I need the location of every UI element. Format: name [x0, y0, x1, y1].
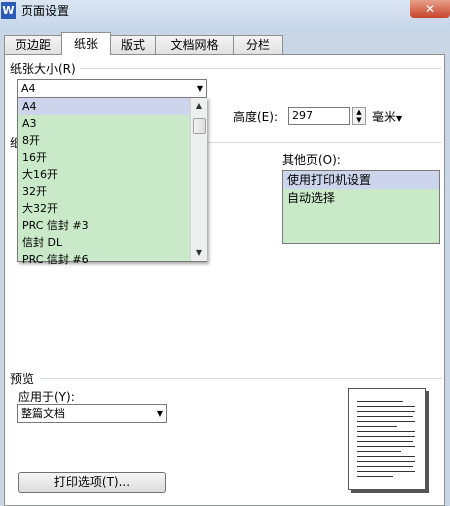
unit-select[interactable]: 毫米▼: [372, 108, 402, 125]
list-item[interactable]: 大16开: [18, 166, 206, 183]
tab-columns[interactable]: 分栏: [233, 35, 283, 54]
group-divider: [40, 378, 442, 379]
chevron-down-icon: ▼: [396, 114, 403, 123]
list-item[interactable]: PRC 信封 #3: [18, 217, 206, 234]
arrow-up-icon[interactable]: ▲: [191, 98, 207, 114]
other-pages-label: 其他页(O):: [282, 153, 341, 167]
apply-to-label: 应用于(Y):: [18, 390, 75, 404]
height-spinner[interactable]: ▲ ▼: [352, 107, 366, 125]
list-item[interactable]: 16开: [18, 149, 206, 166]
height-input[interactable]: 297: [288, 107, 350, 125]
paper-size-group-label: 纸张大小(R): [10, 60, 76, 77]
height-label: 高度(E):: [233, 110, 278, 124]
tab-layout[interactable]: 版式: [110, 35, 156, 54]
apply-to-value: 整篇文档: [21, 407, 65, 420]
close-button[interactable]: ✕: [410, 0, 450, 18]
list-item[interactable]: 大32开: [18, 200, 206, 217]
page-preview: [348, 388, 426, 490]
paper-size-dropdown-list[interactable]: A4 A3 8开 16开 大16开 32开 大32开 PRC 信封 #3 信封 …: [17, 97, 207, 266]
list-item[interactable]: PRC 信封 #6: [18, 251, 206, 268]
tab-paper[interactable]: 纸张: [61, 32, 111, 55]
title-bar: W 页面设置 ✕: [0, 0, 450, 30]
list-item[interactable]: 自动选择: [283, 189, 439, 207]
paper-size-selected: A4: [21, 82, 36, 95]
chevron-down-icon: ▼: [156, 409, 163, 418]
chevron-down-icon: ▼: [196, 84, 203, 93]
list-item[interactable]: A3: [18, 115, 206, 132]
list-item[interactable]: 8开: [18, 132, 206, 149]
tab-document-grid[interactable]: 文档网格: [155, 35, 234, 54]
arrow-down-icon[interactable]: ▼: [191, 245, 207, 261]
other-pages-list[interactable]: 使用打印机设置 自动选择: [282, 170, 440, 244]
scrollbar[interactable]: ▲ ▼: [190, 98, 207, 261]
window-title: 页面设置: [21, 4, 70, 18]
apply-to-select[interactable]: 整篇文档 ▼: [17, 404, 167, 423]
wps-writer-icon: W: [1, 2, 16, 19]
list-item[interactable]: 信封 DL: [18, 234, 206, 251]
scrollbar-thumb[interactable]: [193, 118, 206, 134]
tab-margins[interactable]: 页边距: [4, 35, 62, 54]
unit-value: 毫米: [372, 110, 397, 124]
preview-group-label: 预览: [10, 370, 35, 387]
group-divider: [80, 68, 442, 69]
list-item[interactable]: 使用打印机设置: [283, 171, 439, 189]
paper-size-select[interactable]: A4 ▼: [17, 79, 207, 98]
print-options-button[interactable]: 打印选项(T)...: [18, 472, 166, 493]
group-divider: [207, 142, 442, 143]
list-item[interactable]: 32开: [18, 183, 206, 200]
list-item[interactable]: A4: [18, 98, 206, 115]
